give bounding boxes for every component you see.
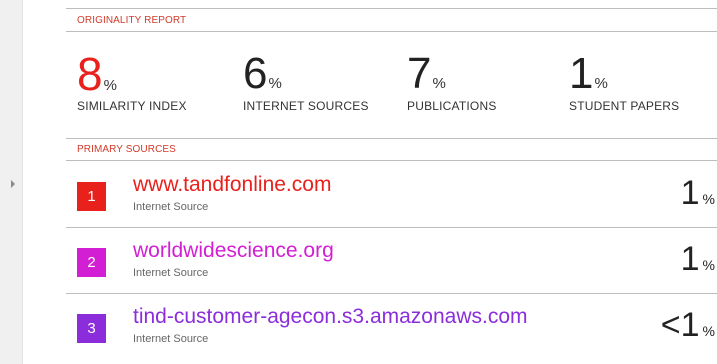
divider: [66, 160, 717, 161]
percent-sign: %: [702, 257, 715, 273]
divider: [66, 293, 717, 294]
student-papers-value: 1: [569, 49, 594, 98]
divider: [66, 227, 717, 228]
divider: [66, 138, 717, 139]
side-panel-toggle[interactable]: [0, 0, 23, 364]
rank-badge: 2: [77, 248, 106, 277]
percent-sign: %: [268, 75, 282, 92]
student-papers-label: STUDENT PAPERS: [569, 99, 680, 113]
percent-sign: %: [702, 323, 715, 339]
source-percentage: <1%: [661, 306, 715, 345]
percent-sign: %: [702, 191, 715, 207]
source-percentage: 1%: [681, 174, 715, 213]
student-papers-metric: 1% STUDENT PAPERS: [569, 49, 680, 114]
percent-sign: %: [103, 77, 117, 94]
internet-sources-metric: 6% INTERNET SOURCES: [243, 49, 369, 114]
publications-value: 7: [407, 49, 432, 98]
source-type: Internet Source: [133, 333, 209, 345]
publications-metric: 7% PUBLICATIONS: [407, 49, 497, 114]
source-type: Internet Source: [133, 201, 209, 213]
rank-badge: 3: [77, 314, 106, 343]
percent-sign: %: [594, 75, 608, 92]
similarity-index-value: 8: [77, 48, 103, 100]
source-row-1[interactable]: 1 www.tandfonline.com Internet Source 1%: [66, 170, 717, 224]
internet-sources-value: 6: [243, 49, 268, 98]
similarity-index-label: SIMILARITY INDEX: [77, 99, 187, 113]
source-row-2[interactable]: 2 worldwidescience.org Internet Source 1…: [66, 236, 717, 290]
publications-label: PUBLICATIONS: [407, 99, 497, 113]
source-row-3[interactable]: 3 tind-customer-agecon.s3.amazonaws.com …: [66, 302, 717, 356]
primary-sources-title: PRIMARY SOURCES: [77, 144, 176, 155]
source-link[interactable]: worldwidescience.org: [133, 239, 334, 263]
internet-sources-label: INTERNET SOURCES: [243, 99, 369, 113]
source-link[interactable]: www.tandfonline.com: [133, 173, 331, 197]
divider: [66, 31, 717, 32]
source-value: 1: [680, 240, 700, 278]
source-value: 1: [680, 174, 700, 212]
divider: [66, 8, 717, 9]
source-value: <1: [660, 306, 700, 344]
originality-report-title: ORIGINALITY REPORT: [77, 15, 187, 26]
source-percentage: 1%: [681, 240, 715, 279]
source-link[interactable]: tind-customer-agecon.s3.amazonaws.com: [133, 305, 528, 329]
percent-sign: %: [432, 75, 446, 92]
rank-badge: 1: [77, 182, 106, 211]
source-type: Internet Source: [133, 267, 209, 279]
expand-arrow-icon[interactable]: [11, 180, 15, 188]
similarity-index-metric: 8% SIMILARITY INDEX: [77, 51, 187, 113]
